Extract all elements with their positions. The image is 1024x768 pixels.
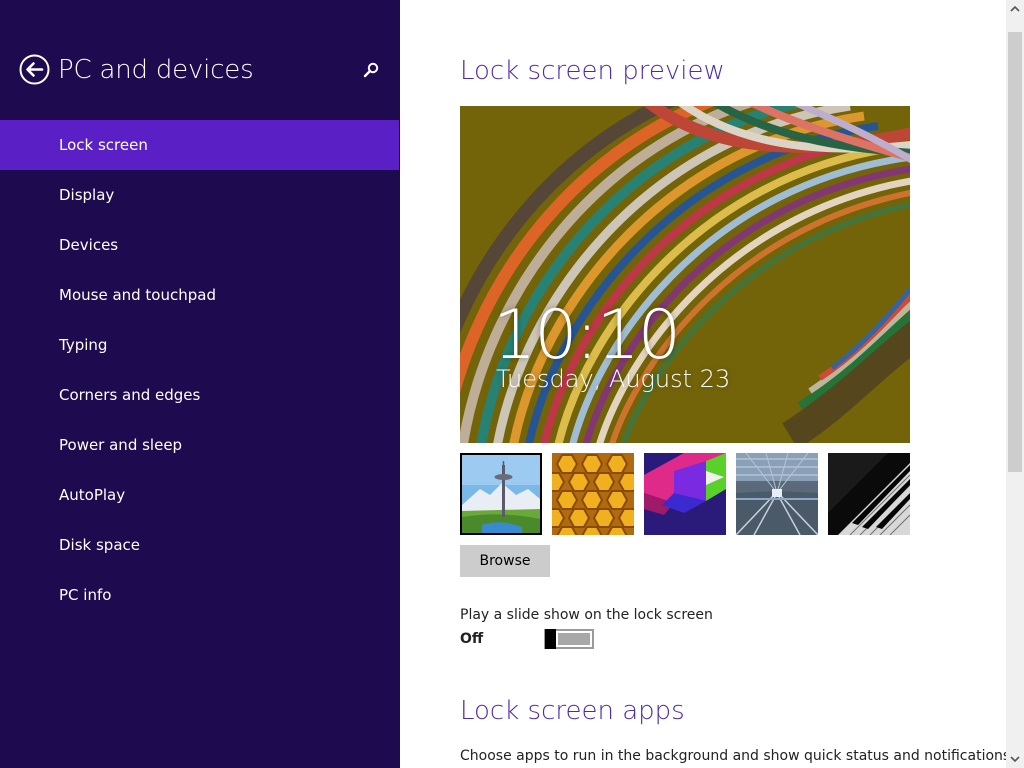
sidebar-item-corners-and-edges[interactable]: Corners and edges bbox=[0, 370, 399, 420]
lock-screen-time: 10:10 bbox=[493, 296, 681, 375]
page-title: PC and devices bbox=[58, 55, 254, 85]
sidebar-item-label: Disk space bbox=[59, 536, 140, 554]
thumbnail-piano-keys[interactable] bbox=[828, 453, 910, 535]
browse-button[interactable]: Browse bbox=[460, 545, 550, 577]
sidebar-item-pc-info[interactable]: PC info bbox=[0, 570, 399, 620]
sidebar: PC and devices Lock screen Display Devic… bbox=[0, 0, 400, 768]
lock-screen-date: Tuesday, August 23 bbox=[496, 365, 731, 393]
scroll-down-icon[interactable] bbox=[1006, 750, 1024, 768]
sidebar-item-label: AutoPlay bbox=[59, 486, 126, 504]
lock-screen-preview-heading: Lock screen preview bbox=[460, 56, 725, 86]
toggle-track bbox=[558, 633, 590, 645]
sidebar-item-label: Display bbox=[59, 186, 115, 204]
sidebar-item-typing[interactable]: Typing bbox=[0, 320, 399, 370]
slideshow-label: Play a slide show on the lock screen bbox=[460, 607, 713, 623]
settings-window: PC and devices Lock screen Display Devic… bbox=[0, 0, 1024, 768]
sidebar-item-label: Lock screen bbox=[59, 136, 148, 154]
sidebar-item-label: PC info bbox=[59, 586, 112, 604]
sidebar-item-disk-space[interactable]: Disk space bbox=[0, 520, 399, 570]
lock-screen-apps-description: Choose apps to run in the background and… bbox=[460, 748, 1006, 764]
sidebar-item-display[interactable]: Display bbox=[0, 170, 399, 220]
wallpaper-thumbnails bbox=[460, 453, 920, 535]
toggle-thumb[interactable] bbox=[545, 629, 556, 649]
scroll-up-icon[interactable] bbox=[1006, 0, 1024, 18]
sidebar-item-label: Power and sleep bbox=[59, 436, 183, 454]
sidebar-item-autoplay[interactable]: AutoPlay bbox=[0, 470, 399, 520]
sidebar-item-label: Corners and edges bbox=[59, 386, 201, 404]
thumbnail-train-tunnel[interactable] bbox=[736, 453, 818, 535]
sidebar-item-label: Typing bbox=[59, 336, 108, 354]
sidebar-item-mouse-and-touchpad[interactable]: Mouse and touchpad bbox=[0, 270, 399, 320]
sidebar-item-devices[interactable]: Devices bbox=[0, 220, 399, 270]
sidebar-item-label: Mouse and touchpad bbox=[59, 286, 216, 304]
sidebar-item-label: Devices bbox=[59, 236, 119, 254]
thumbnail-space-needle[interactable] bbox=[460, 453, 542, 535]
search-icon[interactable] bbox=[361, 60, 381, 80]
thumbnail-honeycomb[interactable] bbox=[552, 453, 634, 535]
lock-screen-preview: 10:10 Tuesday, August 23 bbox=[460, 106, 910, 443]
scrollbar-thumb[interactable] bbox=[1008, 32, 1022, 472]
sidebar-item-lock-screen[interactable]: Lock screen bbox=[0, 120, 399, 170]
sidebar-nav: Lock screen Display Devices Mouse and to… bbox=[0, 120, 400, 620]
slideshow-toggle[interactable] bbox=[544, 629, 594, 649]
back-arrow-circle-icon[interactable] bbox=[19, 54, 50, 85]
slideshow-toggle-state: Off bbox=[460, 631, 484, 647]
vertical-scrollbar[interactable] bbox=[1006, 0, 1024, 768]
main-content: Lock screen preview 10:10 Tuesday, Augus… bbox=[400, 0, 1006, 768]
lock-screen-apps-heading: Lock screen apps bbox=[460, 696, 685, 726]
thumbnail-geometric-shapes[interactable] bbox=[644, 453, 726, 535]
sidebar-item-power-and-sleep[interactable]: Power and sleep bbox=[0, 420, 399, 470]
